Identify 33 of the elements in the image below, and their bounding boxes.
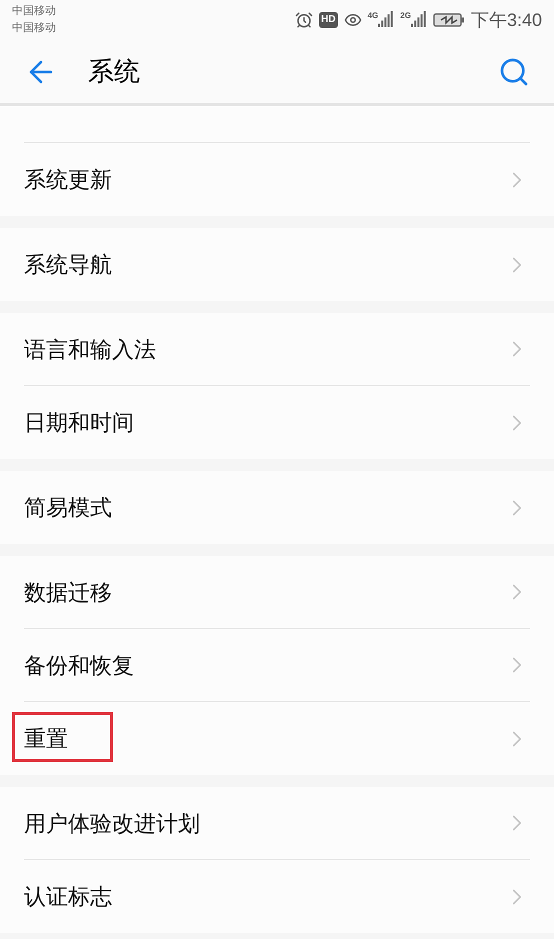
network-type: 4G [368, 11, 378, 21]
settings-item[interactable]: 系统更新 [24, 143, 530, 216]
settings-item[interactable]: 数据迁移 [24, 556, 530, 629]
item-label: 数据迁移 [24, 578, 112, 606]
item-label: 系统更新 [24, 166, 112, 194]
page-title: 系统 [88, 55, 140, 88]
settings-item[interactable]: 用户体验改进计划 [24, 787, 530, 860]
settings-item[interactable]: 备份和恢复 [24, 629, 530, 702]
item-label: 日期和时间 [24, 409, 134, 437]
carrier-name: 中国移动 [12, 21, 56, 36]
settings-item[interactable]: 重置 [24, 702, 530, 775]
settings-item[interactable]: 认证标志 [24, 860, 530, 933]
item-label: 语言和输入法 [24, 336, 156, 364]
item-label: 重置 [24, 725, 68, 753]
settings-item[interactable]: 语言和输入法 [24, 313, 530, 386]
eye-icon [344, 11, 362, 29]
item-label: 用户体验改进计划 [24, 810, 200, 838]
signal-icon [378, 11, 394, 29]
hd-badge: HD [319, 12, 338, 28]
settings-item[interactable]: 系统导航 [24, 228, 530, 301]
item-label: 认证标志 [24, 883, 112, 911]
clock-time: 下午3:40 [470, 8, 542, 32]
battery-icon [432, 12, 465, 28]
search-button[interactable] [498, 56, 530, 88]
signal-icon [410, 11, 427, 29]
network-type: 2G [400, 11, 411, 21]
item-label: 简易模式 [24, 494, 112, 522]
item-label: 系统导航 [24, 251, 112, 279]
settings-item[interactable]: 日期和时间 [24, 386, 530, 459]
alarm-icon [295, 11, 314, 29]
carrier-name: 中国移动 [12, 4, 56, 19]
settings-item[interactable]: 简易模式 [24, 471, 530, 544]
item-label: 备份和恢复 [24, 652, 134, 680]
